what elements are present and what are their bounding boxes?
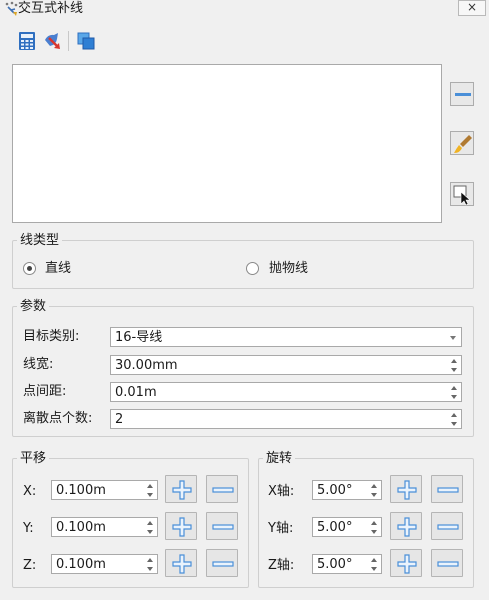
rotate-z-plus-button[interactable] [390,549,422,577]
minus-icon [437,524,459,530]
rotate-x-minus-button[interactable] [431,475,463,503]
brush-select-icon[interactable] [42,31,62,51]
spinner-icon[interactable] [450,412,459,427]
spinner-icon[interactable] [370,520,379,535]
radio-parabola-label[interactable]: 抛物线 [269,261,308,277]
translate-x-minus-button[interactable] [206,475,238,503]
translate-z-input[interactable]: 0.100m [51,554,158,574]
rotate-z-label: Z轴: [268,558,295,573]
rotate-title: 旋转 [263,451,296,466]
spinner-icon[interactable] [370,557,379,572]
minus-line-icon [455,93,471,96]
minus-icon [437,487,459,493]
layers-icon[interactable] [76,31,96,51]
plus-icon [172,517,192,537]
rotate-y-label: Y轴: [268,521,294,536]
translate-x-plus-button[interactable] [165,475,197,503]
minus-icon [437,561,459,567]
select-cursor-icon [453,185,471,206]
minus-icon [212,487,234,493]
point-spacing-label: 点间距: [23,384,67,399]
translate-x-label: X: [23,484,37,499]
rotate-z-input[interactable]: 5.00° [312,554,382,574]
point-spacing-value: 0.01m [115,385,157,400]
translate-x-input[interactable]: 0.100m [51,480,158,500]
target-category-label: 目标类别: [23,329,80,344]
translate-y-input[interactable]: 0.100m [51,517,158,537]
line-width-label: 线宽: [23,357,54,372]
translate-z-plus-button[interactable] [165,549,197,577]
point-count-value: 2 [115,412,124,427]
spinner-icon[interactable] [146,520,155,535]
rotate-z-value: 5.00° [317,557,353,572]
plus-icon [397,480,417,500]
plus-icon [172,480,192,500]
spinner-icon[interactable] [450,358,459,373]
radio-straight-label[interactable]: 直线 [45,261,71,277]
translate-y-minus-button[interactable] [206,512,238,540]
spinner-icon[interactable] [450,385,459,400]
title-bar: 交互式补线 × [0,0,489,18]
point-count-input[interactable]: 2 [110,409,462,429]
translate-z-minus-button[interactable] [206,549,238,577]
translate-y-plus-button[interactable] [165,512,197,540]
minus-icon [212,524,234,530]
radio-straight[interactable] [23,262,36,275]
window-title: 交互式补线 [18,1,84,16]
rotate-y-minus-button[interactable] [431,512,463,540]
rotate-x-plus-button[interactable] [390,475,422,503]
plus-icon [397,517,417,537]
paint-brush-icon [454,135,472,153]
plus-icon [397,554,417,574]
params-title: 参数 [17,299,50,314]
line-type-title: 线类型 [17,233,63,248]
plus-icon [172,554,192,574]
rotate-x-value: 5.00° [317,483,353,498]
translate-x-value: 0.100m [56,483,106,498]
calculator-icon[interactable] [17,31,37,51]
spinner-icon[interactable] [370,483,379,498]
close-button[interactable]: × [458,0,486,16]
minus-icon [212,561,234,567]
spinner-icon[interactable] [146,483,155,498]
line-width-value: 30.00mm [115,358,178,373]
target-category-select[interactable]: 16-导线 [110,327,462,347]
pick-button[interactable] [450,182,474,206]
rotate-z-minus-button[interactable] [431,549,463,577]
rotate-x-label: X轴: [268,484,295,499]
translate-y-value: 0.100m [56,520,106,535]
translate-z-label: Z: [23,558,37,573]
point-count-label: 离散点个数: [23,411,93,426]
line-list[interactable] [12,64,442,223]
toolbar-separator [68,31,69,51]
translate-y-label: Y: [23,521,34,536]
chevron-down-icon [450,336,456,340]
rotate-y-plus-button[interactable] [390,512,422,540]
rotate-y-value: 5.00° [317,520,353,535]
line-width-input[interactable]: 30.00mm [110,355,462,375]
paint-button[interactable] [450,131,474,155]
target-category-value: 16-导线 [115,330,163,345]
rotate-x-input[interactable]: 5.00° [312,480,382,500]
spinner-icon[interactable] [146,557,155,572]
radio-parabola[interactable] [246,262,259,275]
translate-title: 平移 [17,451,50,466]
point-spacing-input[interactable]: 0.01m [110,382,462,402]
translate-z-value: 0.100m [56,557,106,572]
remove-line-button[interactable] [450,82,474,106]
rotate-y-input[interactable]: 5.00° [312,517,382,537]
line-type-group [12,240,474,289]
